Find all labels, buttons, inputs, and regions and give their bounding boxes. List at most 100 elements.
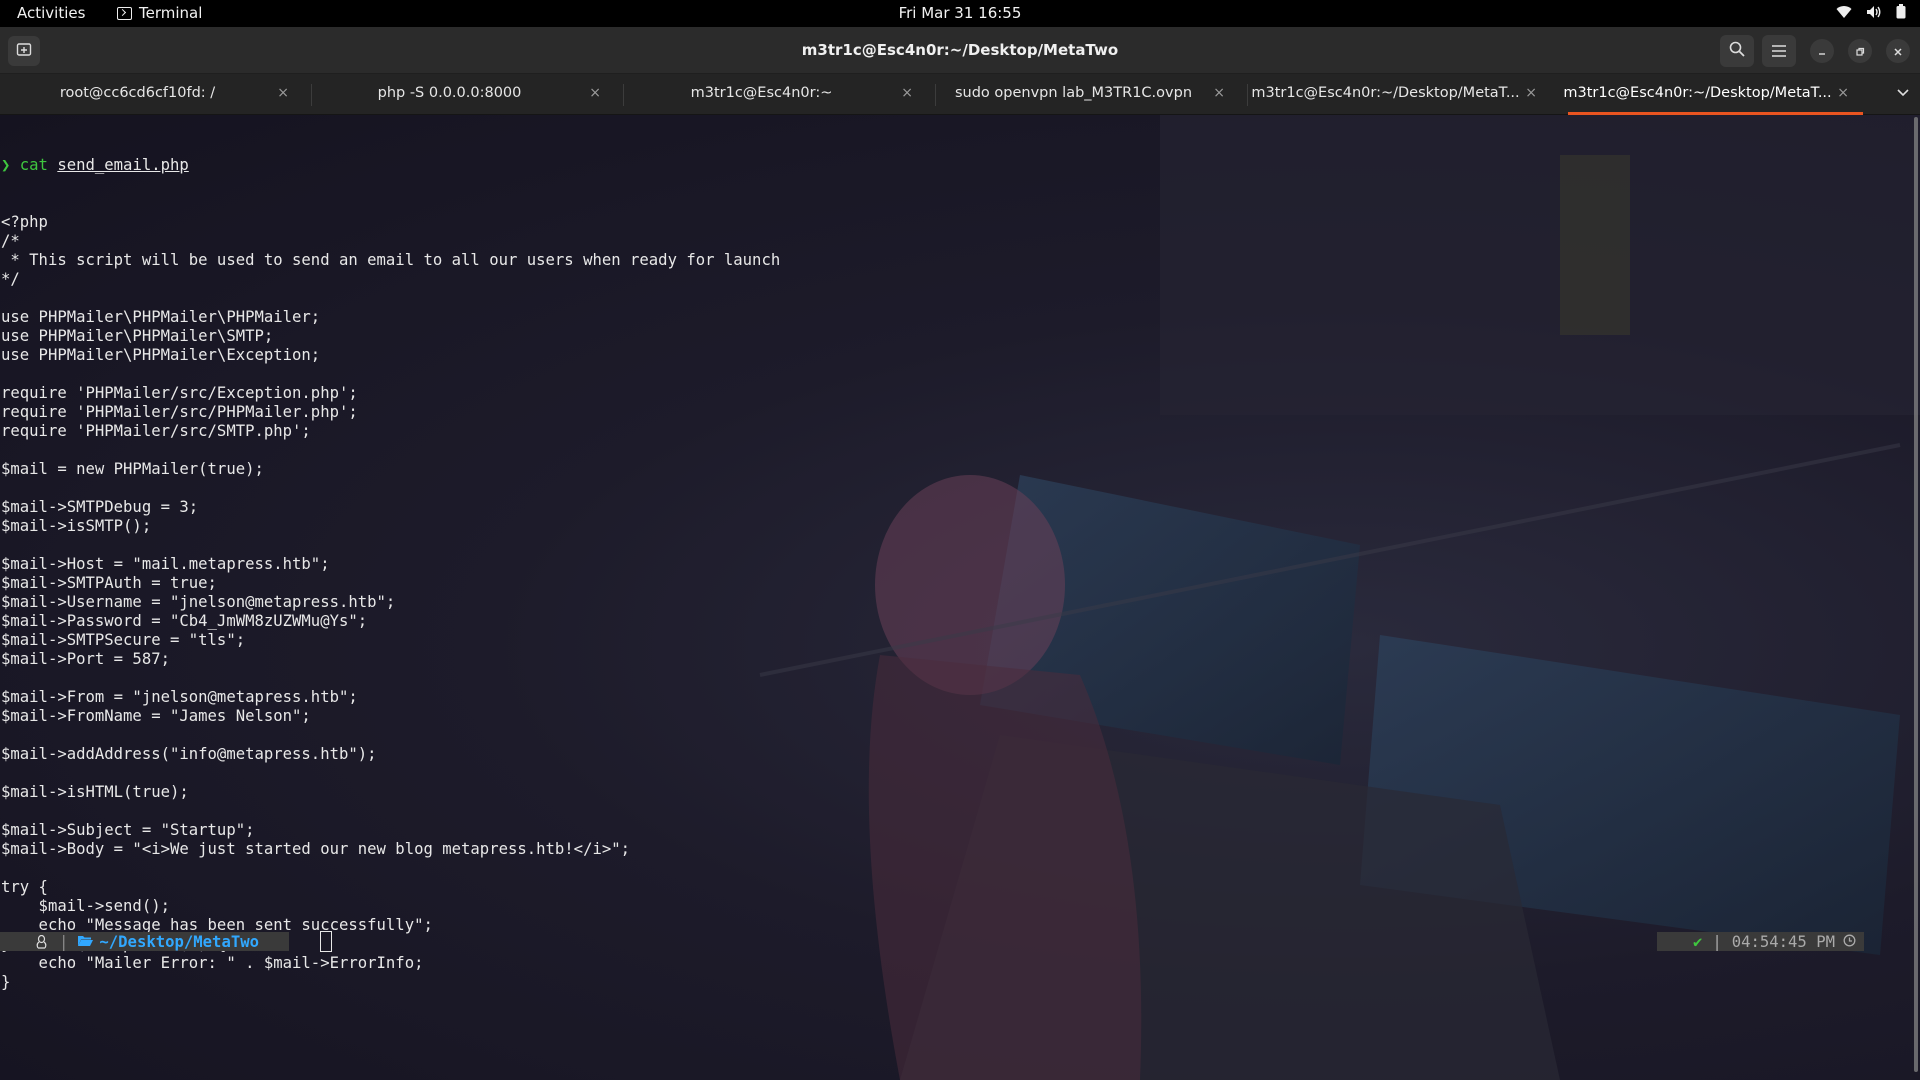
tab-label: m3tr1c@Esc4n0r:~/Desktop/MetaT... — [1563, 85, 1832, 101]
terminal-scrollbar[interactable] — [1914, 117, 1918, 1072]
output-line: $mail->addAddress("info@metapress.htb"); — [1, 745, 377, 763]
linux-penguin-icon — [0, 932, 53, 951]
close-window-button[interactable] — [1886, 39, 1910, 63]
current-directory: ~/Desktop/MetaTwo — [99, 932, 259, 951]
search-icon — [1729, 41, 1745, 61]
wifi-icon — [1836, 5, 1852, 19]
datetime-clock[interactable]: Fri Mar 31 16:55 — [899, 4, 1022, 22]
tab-close-icon[interactable]: × — [1213, 85, 1225, 101]
output-line: echo "Mailer Error: " . $mail->ErrorInfo… — [1, 954, 424, 972]
tab-label: m3tr1c@Esc4n0r:~ — [690, 85, 833, 101]
app-name: Terminal — [139, 4, 203, 22]
tab-close-icon[interactable]: × — [1837, 85, 1849, 101]
restore-button[interactable] — [1848, 39, 1872, 63]
output-line: use PHPMailer\PHPMailer\Exception; — [1, 346, 321, 364]
output-line: $mail->Port = 587; — [1, 650, 170, 668]
tab-metatwo-1[interactable]: m3tr1c@Esc4n0r:~/Desktop/MetaT... × — [1248, 74, 1559, 115]
file-contents: <?php/* * This script will be used to se… — [1, 213, 780, 992]
tab-overflow-button[interactable] — [1896, 84, 1910, 103]
output-line: * This script will be used to send an em… — [1, 251, 781, 269]
output-line: $mail->Username = "jnelson@metapress.htb… — [1, 593, 396, 611]
powerline-separator: | — [53, 932, 75, 951]
powerline-separator: | — [1712, 932, 1722, 951]
window-header-bar: m3tr1c@Esc4n0r:~/Desktop/MetaTwo — [0, 27, 1920, 74]
output-line: */ — [1, 270, 20, 288]
output-line: $mail->From = "jnelson@metapress.htb"; — [1, 688, 358, 706]
system-tray[interactable] — [1836, 4, 1906, 19]
status-ok-icon: ✔ — [1692, 932, 1703, 951]
output-line: $mail->Host = "mail.metapress.htb"; — [1, 555, 330, 573]
command-argument: send_email.php — [57, 156, 189, 174]
tab-bar: root@cc6cd6cf10fd: / × php -S 0.0.0.0:80… — [0, 74, 1920, 115]
command-line: ❯ cat send_email.php — [1, 156, 780, 175]
tab-close-icon[interactable]: × — [589, 85, 601, 101]
terminal-output: ❯ cat send_email.php <?php/* * This scri… — [1, 118, 780, 1030]
command-name: cat — [19, 156, 48, 174]
output-line: require 'PHPMailer/src/Exception.php'; — [1, 384, 358, 402]
new-tab-button[interactable] — [8, 36, 40, 66]
minimize-icon — [1817, 42, 1827, 61]
prompt-powerline-right: ✔ | 04:54:45 PM — [1656, 932, 1864, 951]
terminal-icon — [117, 6, 132, 20]
output-line: } — [1, 973, 11, 991]
volume-icon — [1866, 5, 1882, 19]
tab-close-icon[interactable]: × — [1525, 85, 1537, 101]
gnome-top-bar: Activities Terminal Fri Mar 31 16:55 — [0, 0, 1920, 27]
hamburger-menu-icon — [1772, 42, 1786, 61]
output-line: $mail->isSMTP(); — [1, 517, 152, 535]
output-line: $mail->Password = "Cb4_JmWM8zUZWMu@Ys"; — [1, 612, 368, 630]
tab-openvpn[interactable]: sudo openvpn lab_M3TR1C.ovpn × — [936, 74, 1247, 115]
output-line: require 'PHPMailer/src/PHPMailer.php'; — [1, 403, 358, 421]
output-line: $mail->Subject = "Startup"; — [1, 821, 255, 839]
output-line: $mail = new PHPMailer(true); — [1, 460, 264, 478]
output-line: <?php — [1, 213, 48, 231]
tab-home[interactable]: m3tr1c@Esc4n0r:~ × — [624, 74, 935, 115]
new-tab-icon — [16, 41, 32, 61]
folder-open-icon — [78, 933, 94, 951]
output-line: $mail->FromName = "James Nelson"; — [1, 707, 311, 725]
tab-metatwo-active[interactable]: m3tr1c@Esc4n0r:~/Desktop/MetaT... × — [1560, 74, 1871, 115]
output-line: require 'PHPMailer/src/SMTP.php'; — [1, 422, 311, 440]
output-line: /* — [1, 232, 20, 250]
terminal-view[interactable]: ❯ cat send_email.php <?php/* * This scri… — [0, 115, 1920, 1080]
prompt-symbol: ❯ — [1, 156, 11, 174]
output-line: $mail->SMTPSecure = "tls"; — [1, 631, 246, 649]
tab-close-icon[interactable]: × — [901, 85, 913, 101]
output-line: $mail->Body = "<i>We just started our ne… — [1, 840, 631, 858]
output-line: use PHPMailer\PHPMailer\SMTP; — [1, 327, 274, 345]
tab-php-server[interactable]: php -S 0.0.0.0:8000 × — [312, 74, 623, 115]
output-line: $mail->isHTML(true); — [1, 783, 189, 801]
tab-close-icon[interactable]: × — [277, 85, 289, 101]
output-line: $mail->send(); — [1, 897, 170, 915]
tab-label: m3tr1c@Esc4n0r:~/Desktop/MetaT... — [1251, 85, 1520, 101]
output-line: use PHPMailer\PHPMailer\PHPMailer; — [1, 308, 321, 326]
close-icon — [1893, 42, 1903, 61]
search-button[interactable] — [1720, 35, 1754, 67]
tab-label: php -S 0.0.0.0:8000 — [377, 85, 522, 101]
app-menu[interactable]: Terminal — [117, 4, 202, 22]
prompt-directory: ~/Desktop/MetaTwo — [74, 932, 289, 951]
battery-icon — [1896, 4, 1906, 19]
output-line: $mail->SMTPDebug = 3; — [1, 498, 199, 516]
prompt-time: 04:54:45 PM — [1731, 932, 1835, 951]
activities-button[interactable]: Activities — [17, 4, 85, 22]
tab-root-container[interactable]: root@cc6cd6cf10fd: / × — [0, 74, 311, 115]
window-title: m3tr1c@Esc4n0r:~/Desktop/MetaTwo — [801, 41, 1119, 59]
clock-icon — [1843, 933, 1856, 951]
prompt-powerline-left: | ~/Desktop/MetaTwo — [0, 932, 289, 951]
restore-icon — [1855, 42, 1865, 61]
tab-label: root@cc6cd6cf10fd: / — [59, 85, 216, 101]
tab-label: sudo openvpn lab_M3TR1C.ovpn — [954, 85, 1193, 101]
minimize-button[interactable] — [1810, 39, 1834, 63]
menu-button[interactable] — [1762, 35, 1796, 67]
